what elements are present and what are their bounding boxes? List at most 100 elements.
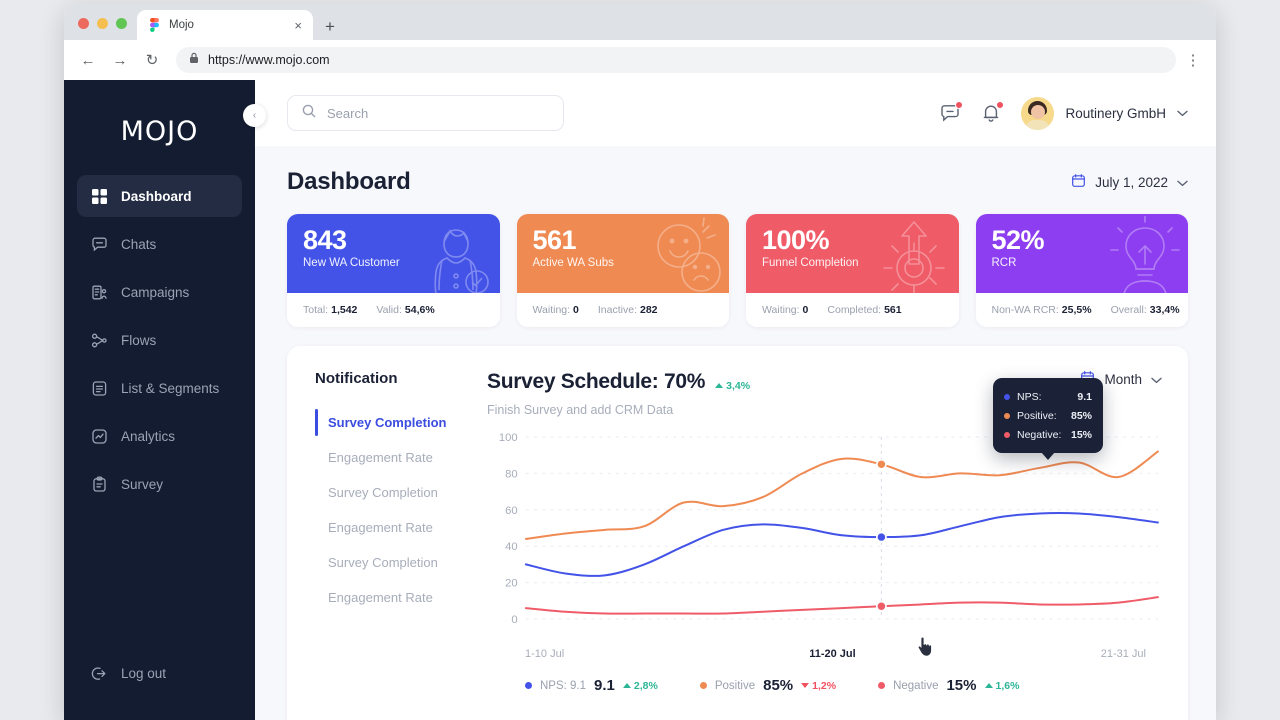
forward-button[interactable]: →	[106, 46, 134, 74]
collapse-sidebar-button[interactable]: ‹	[243, 104, 266, 127]
page-title: Dashboard	[287, 168, 411, 196]
tooltip-value: 85%	[1071, 410, 1092, 422]
search-input[interactable]	[327, 106, 549, 121]
legend-value: 15%	[946, 677, 976, 694]
legend-value: 9.1	[594, 677, 615, 694]
sidebar-item-label: List & Segments	[121, 381, 219, 396]
notification-item[interactable]: Engagement Rate	[315, 580, 477, 615]
browser-tab-bar: Mojo × +	[64, 4, 1216, 40]
minimize-window-button[interactable]	[97, 18, 108, 29]
stat-cards: 843 New WA Customer	[287, 214, 1188, 327]
legend-delta: 1,6%	[985, 680, 1020, 692]
browser-tab[interactable]: Mojo ×	[137, 10, 313, 40]
date-picker[interactable]: July 1, 2022	[1071, 173, 1188, 191]
sidebar-item-survey[interactable]: Survey	[77, 463, 242, 505]
triangle-up-icon	[985, 683, 993, 688]
sidebar-nav: Dashboard Chats Campaigns	[64, 175, 255, 505]
stat-card-funnel-completion[interactable]: 100% Funnel Completion Wa	[746, 214, 959, 327]
notification-item[interactable]: Survey Completion	[315, 405, 477, 440]
sidebar-item-label: Campaigns	[121, 285, 189, 300]
profile-menu[interactable]: Routinery GmbH	[1021, 97, 1188, 130]
stat-card-rcr[interactable]: 52% RCR	[976, 214, 1189, 327]
chat-bubble-icon	[91, 236, 108, 253]
app-logo: MOJO	[64, 80, 255, 175]
sidebar-item-list-segments[interactable]: List & Segments	[77, 367, 242, 409]
stat-kv: Overall:33,4%	[1111, 304, 1180, 316]
notification-item[interactable]: Engagement Rate	[315, 510, 477, 545]
notification-item[interactable]: Survey Completion	[315, 475, 477, 510]
campaign-icon	[91, 284, 108, 301]
legend-value: 85%	[763, 677, 793, 694]
figma-favicon-icon	[148, 18, 161, 32]
new-tab-button[interactable]: +	[325, 18, 335, 35]
chevron-down-icon	[1177, 104, 1188, 122]
avatar	[1021, 97, 1054, 130]
bell-badge	[996, 101, 1004, 109]
browser-window: Mojo × + ← → ↻ https://www.mojo.com ⋮ MO…	[64, 4, 1216, 720]
legend-item-positive[interactable]: Positive 85% 1,2%	[700, 677, 836, 694]
search-box[interactable]	[287, 95, 564, 131]
lock-icon	[189, 51, 199, 69]
person-icon	[418, 216, 494, 293]
maximize-window-button[interactable]	[116, 18, 127, 29]
stat-card-stats: Waiting:0 Completed:561	[746, 293, 959, 327]
notification-list: Survey Completion Engagement Rate Survey…	[315, 405, 477, 615]
sidebar-item-analytics[interactable]: Analytics	[77, 415, 242, 457]
browser-menu-button[interactable]: ⋮	[1180, 51, 1206, 69]
sidebar-item-chats[interactable]: Chats	[77, 223, 242, 265]
chevron-down-icon	[1151, 372, 1162, 387]
stat-card-active-wa-subs[interactable]: 561 Active WA Subs	[517, 214, 730, 327]
url-bar[interactable]: https://www.mojo.com	[176, 47, 1176, 73]
lightbulb-icon	[1108, 216, 1182, 293]
sidebar-item-flows[interactable]: Flows	[77, 319, 242, 361]
page-header: Dashboard July 1, 2022	[287, 168, 1188, 196]
message-badge	[955, 101, 963, 109]
url-text: https://www.mojo.com	[208, 53, 330, 67]
bell-icon[interactable]	[980, 102, 1002, 124]
svg-text:100: 100	[499, 432, 518, 444]
sidebar-item-dashboard[interactable]: Dashboard	[77, 175, 242, 217]
grid-icon	[91, 188, 108, 205]
message-icon[interactable]	[939, 102, 961, 124]
top-bar-actions: Routinery GmbH	[939, 97, 1188, 130]
tab-title: Mojo	[169, 19, 283, 31]
legend-delta: 1,2%	[801, 680, 836, 692]
line-chart[interactable]: 020406080100	[487, 431, 1162, 641]
tooltip-dot	[1004, 432, 1010, 438]
logout-button[interactable]: Log out	[64, 665, 255, 720]
close-window-button[interactable]	[78, 18, 89, 29]
list-icon	[91, 380, 108, 397]
date-value: July 1, 2022	[1095, 175, 1168, 190]
x-tick-active: 11-20 Jul	[809, 648, 855, 660]
tooltip-dot	[1004, 394, 1010, 400]
tooltip-row: Positive: 85%	[1004, 406, 1092, 425]
stat-card-header: 100% Funnel Completion	[746, 214, 959, 293]
legend-item-nps[interactable]: NPS: 9.1 9.1 2,8%	[525, 677, 658, 694]
svg-text:60: 60	[505, 505, 517, 517]
legend-item-negative[interactable]: Negative 15% 1,6%	[878, 677, 1019, 694]
tooltip-dot	[1004, 413, 1010, 419]
stat-card-new-wa-customer[interactable]: 843 New WA Customer	[287, 214, 500, 327]
window-controls	[74, 18, 137, 40]
x-tick: 1-10 Jul	[525, 648, 564, 660]
reload-button[interactable]: ↻	[138, 46, 166, 74]
stat-kv: Valid:54,6%	[376, 304, 434, 316]
analytics-icon	[91, 428, 108, 445]
mouse-cursor	[917, 637, 932, 657]
notification-item[interactable]: Survey Completion	[315, 545, 477, 580]
triangle-up-icon	[715, 383, 723, 388]
svg-text:20: 20	[505, 578, 517, 590]
stat-kv: Completed:561	[827, 304, 901, 316]
chart-area: Survey Schedule: 70% 3,4% Month	[487, 370, 1188, 720]
back-button[interactable]: ←	[74, 46, 102, 74]
notification-item[interactable]: Engagement Rate	[315, 440, 477, 475]
close-tab-button[interactable]: ×	[291, 17, 305, 34]
browser-address-bar: ← → ↻ https://www.mojo.com ⋮	[64, 40, 1216, 80]
sidebar-item-campaigns[interactable]: Campaigns	[77, 271, 242, 313]
logo-text: MOJO	[121, 116, 199, 147]
sidebar-item-label: Chats	[121, 237, 156, 252]
chart-title-wrap: Survey Schedule: 70% 3,4%	[487, 370, 750, 394]
chart-tooltip: NPS: 9.1 Positive: 85% Negative:	[993, 378, 1103, 453]
flow-icon	[91, 332, 108, 349]
stat-card-stats: Total:1,542 Valid:54,6%	[287, 293, 500, 327]
